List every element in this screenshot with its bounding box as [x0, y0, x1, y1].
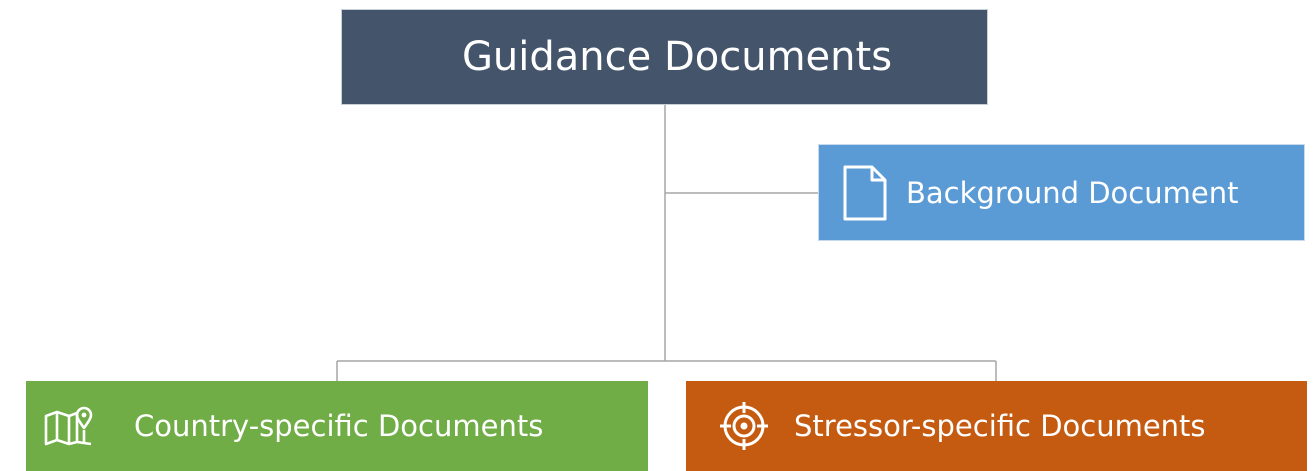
- map-pin-icon: [44, 406, 94, 446]
- child-node-country-specific-documents: Country-specific Documents: [26, 381, 648, 471]
- stressor-specific-documents-label: Stressor-specific Documents: [794, 409, 1206, 443]
- child-node-background-document: Background Document: [818, 144, 1305, 241]
- country-specific-documents-label: Country-specific Documents: [134, 409, 544, 443]
- background-document-label: Background Document: [906, 175, 1239, 210]
- document-icon: [842, 164, 888, 222]
- org-chart: Guidance Documents Background Document C…: [0, 0, 1313, 471]
- target-icon: [719, 401, 769, 451]
- root-node-label: Guidance Documents: [461, 34, 893, 80]
- root-node-guidance-documents: Guidance Documents: [341, 9, 988, 105]
- child-node-stressor-specific-documents: Stressor-specific Documents: [686, 381, 1307, 471]
